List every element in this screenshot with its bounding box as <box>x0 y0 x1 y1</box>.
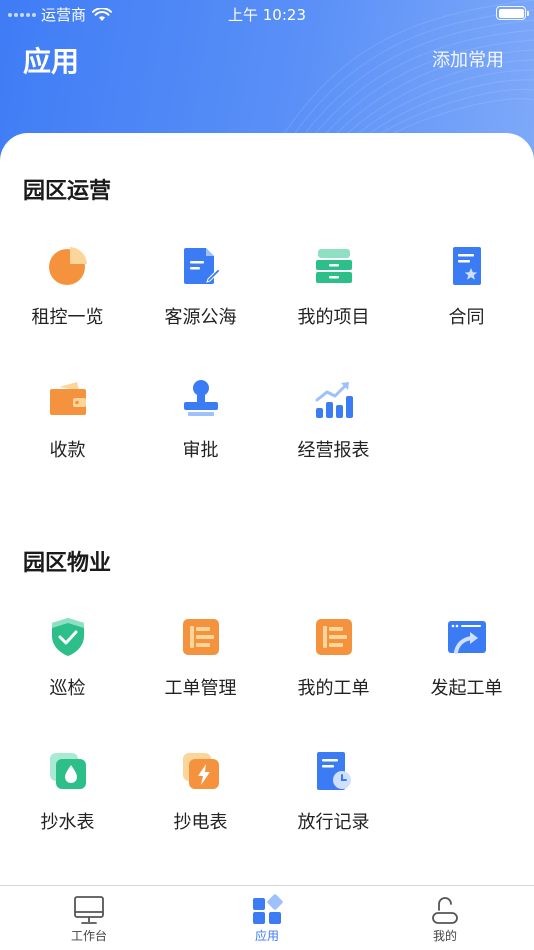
tab-mine[interactable]: 我的 <box>356 886 534 950</box>
apps-grid-icon <box>251 894 283 926</box>
stamp-icon <box>180 378 222 420</box>
pie-chart-icon <box>47 245 89 287</box>
tab-label: 我的 <box>432 929 457 943</box>
app-label: 客源公海 <box>164 307 237 328</box>
wallet-icon <box>47 378 89 420</box>
app-label: 合同 <box>448 307 485 328</box>
app-electricity-meter[interactable]: 抄电表 <box>134 750 267 860</box>
app-collection[interactable]: 收款 <box>1 378 134 488</box>
app-label: 抄电表 <box>173 812 228 833</box>
app-my-projects[interactable]: 我的项目 <box>267 245 400 355</box>
lightning-icon <box>180 750 222 792</box>
tab-bar: 工作台 应用 我的 <box>0 885 534 950</box>
add-common-button[interactable]: 添加常用 <box>432 46 504 72</box>
list-board-icon <box>180 616 222 658</box>
app-create-work-order[interactable]: 发起工单 <box>400 616 533 726</box>
app-label: 经营报表 <box>297 440 370 461</box>
app-label: 发起工单 <box>430 678 503 699</box>
tab-apps[interactable]: 应用 <box>178 886 356 950</box>
battery-icon <box>496 6 529 20</box>
user-icon <box>429 894 461 926</box>
document-clock-icon <box>313 750 355 792</box>
bar-chart-trend-icon <box>313 378 355 420</box>
tab-label: 工作台 <box>70 929 107 943</box>
app-label: 收款 <box>49 440 86 461</box>
app-approval[interactable]: 审批 <box>134 378 267 488</box>
app-label: 我的项目 <box>297 307 370 328</box>
contract-star-icon <box>446 245 488 287</box>
app-release-records[interactable]: 放行记录 <box>267 750 400 860</box>
app-customer-pool[interactable]: 客源公海 <box>134 245 267 355</box>
app-label: 抄水表 <box>40 812 95 833</box>
shield-check-icon <box>47 616 89 658</box>
app-rent-control[interactable]: 租控一览 <box>1 245 134 355</box>
app-business-report[interactable]: 经营报表 <box>267 378 400 488</box>
app-label: 我的工单 <box>297 678 370 699</box>
section-title-property: 园区物业 <box>23 551 112 576</box>
app-label: 工单管理 <box>164 678 237 699</box>
page-title: 应用 <box>23 45 80 78</box>
app-label: 巡检 <box>49 678 86 699</box>
app-label: 审批 <box>182 440 219 461</box>
water-drop-icon <box>47 750 89 792</box>
status-bar: 运营商 上午 10:23 <box>0 0 534 26</box>
section-title-operations: 园区运营 <box>23 179 112 204</box>
app-my-work-orders[interactable]: 我的工单 <box>267 616 400 726</box>
app-label: 放行记录 <box>297 812 370 833</box>
upload-window-icon <box>446 616 488 658</box>
document-edit-icon <box>180 245 222 287</box>
app-work-order-management[interactable]: 工单管理 <box>134 616 267 726</box>
list-board-icon <box>313 616 355 658</box>
tab-workbench[interactable]: 工作台 <box>0 886 178 950</box>
monitor-icon <box>73 894 105 926</box>
app-inspection[interactable]: 巡检 <box>1 616 134 726</box>
app-label: 租控一览 <box>31 307 104 328</box>
app-water-meter[interactable]: 抄水表 <box>1 750 134 860</box>
tab-label: 应用 <box>254 929 279 943</box>
app-contract[interactable]: 合同 <box>400 245 533 355</box>
drawer-icon <box>313 245 355 287</box>
status-time: 上午 10:23 <box>228 6 306 24</box>
